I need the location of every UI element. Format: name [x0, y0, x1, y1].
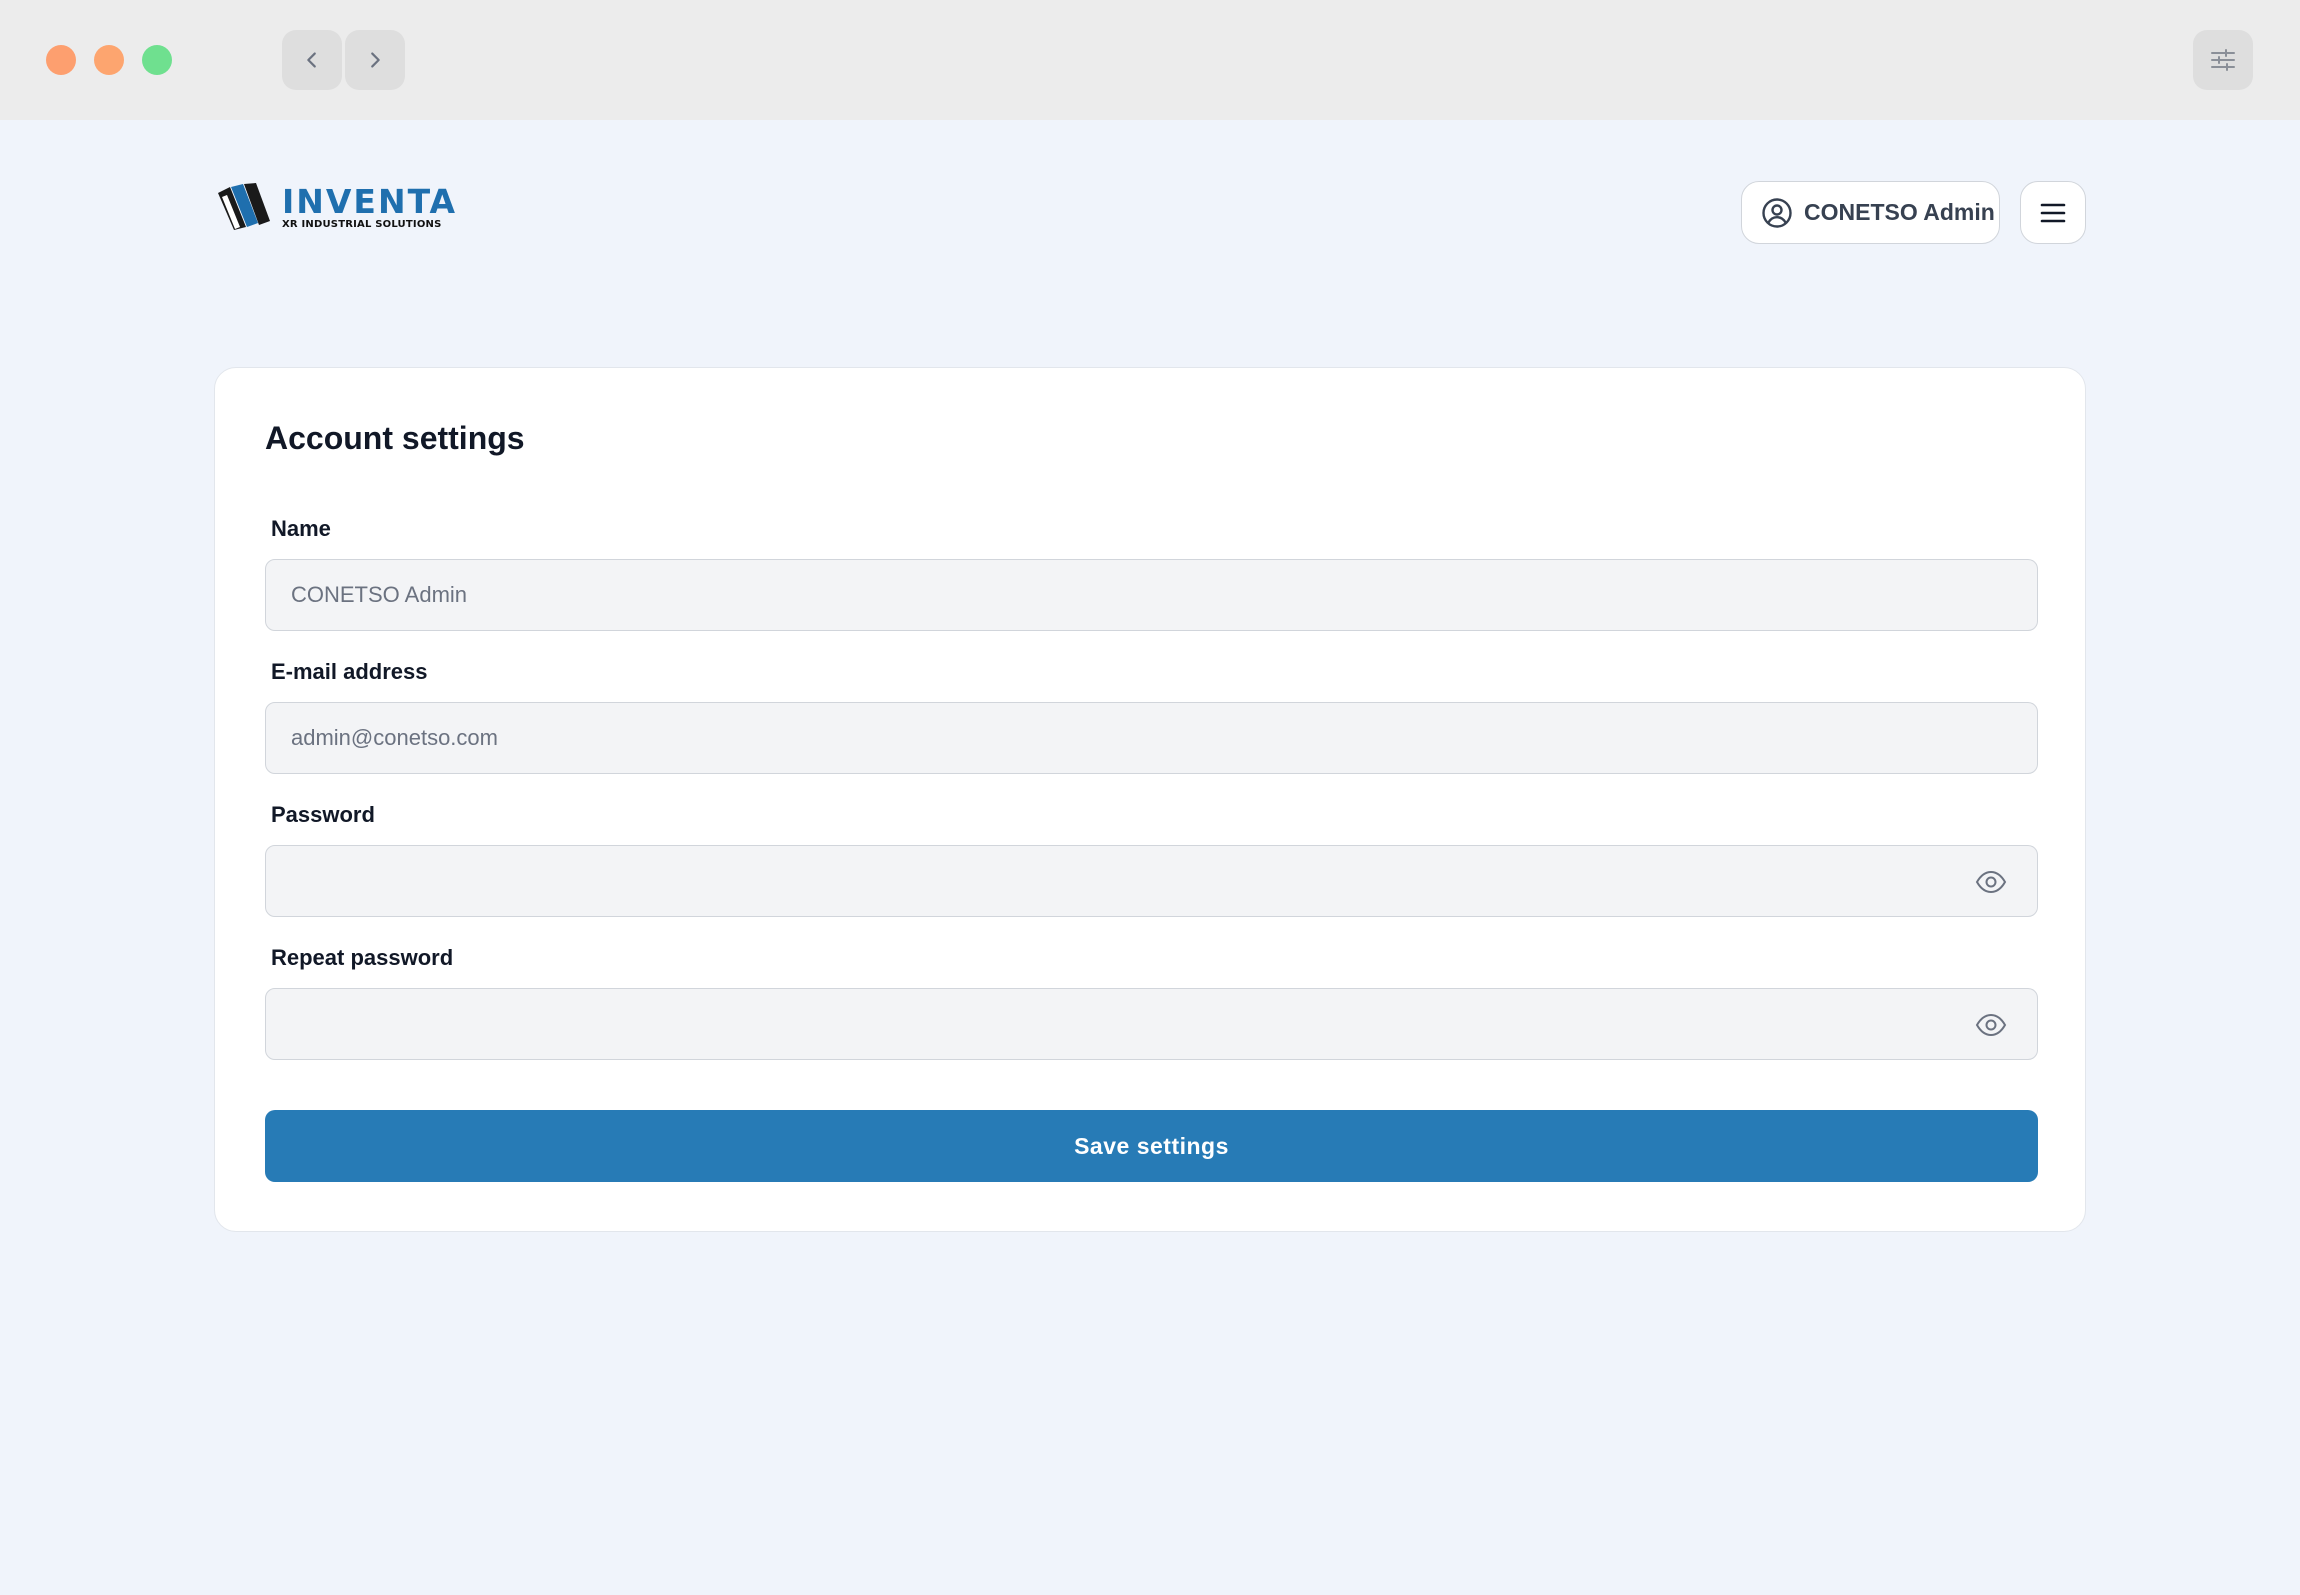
window-maximize-button[interactable] — [142, 45, 172, 75]
email-field[interactable]: admin@conetso.com — [265, 702, 2038, 774]
forward-button[interactable] — [345, 30, 405, 90]
name-field-value: CONETSO Admin — [291, 582, 468, 607]
inventa-mark-icon — [218, 183, 270, 230]
account-settings-page: INVENTA XR INDUSTRIAL SOLUTIONS CONETSO … — [0, 120, 2300, 1595]
account-settings-card: Account settings Name CONETSO Admin E-ma… — [214, 367, 2086, 1232]
sliders-icon — [2211, 49, 2235, 71]
window-close-button[interactable] — [46, 45, 76, 75]
save-settings-button[interactable]: Save settings — [265, 1110, 2038, 1182]
password-label: Password — [271, 802, 375, 827]
chevron-right-icon — [371, 52, 380, 68]
browser-settings-button[interactable] — [2193, 30, 2253, 90]
email-label: E-mail address — [271, 659, 428, 684]
user-circle-icon — [1762, 197, 1792, 228]
repeat-password-label: Repeat password — [271, 945, 454, 970]
chevron-left-icon — [307, 52, 316, 68]
repeat-password-field[interactable] — [265, 988, 2038, 1060]
logo-tagline: XR INDUSTRIAL SOLUTIONS — [282, 218, 442, 230]
menu-button[interactable] — [2020, 181, 2086, 244]
name-label: Name — [271, 516, 331, 541]
back-button[interactable] — [282, 30, 342, 90]
browser-window-bar — [0, 0, 2300, 120]
eye-icon[interactable] — [1975, 868, 2007, 896]
eye-icon[interactable] — [1975, 1011, 2007, 1039]
window-minimize-button[interactable] — [94, 45, 124, 75]
page-title: Account settings — [265, 420, 525, 456]
password-field[interactable] — [265, 845, 2038, 917]
inventa-logo[interactable]: INVENTA XR INDUSTRIAL SOLUTIONS — [216, 182, 457, 232]
user-account-button[interactable]: CONETSO Admin — [1741, 181, 2000, 244]
logo-name: INVENTA — [282, 181, 458, 221]
email-field-value: admin@conetso.com — [291, 725, 498, 750]
user-name: CONETSO Admin — [1804, 199, 1995, 225]
name-field[interactable]: CONETSO Admin — [265, 559, 2038, 631]
hamburger-icon — [2040, 203, 2066, 222]
